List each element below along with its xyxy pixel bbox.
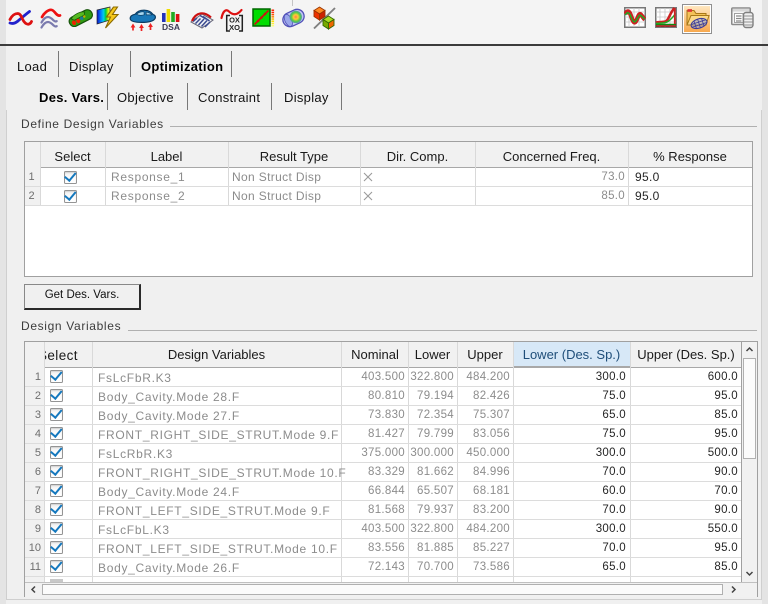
svg-text:XO: XO bbox=[229, 23, 240, 32]
svg-text:DSA: DSA bbox=[162, 22, 180, 31]
